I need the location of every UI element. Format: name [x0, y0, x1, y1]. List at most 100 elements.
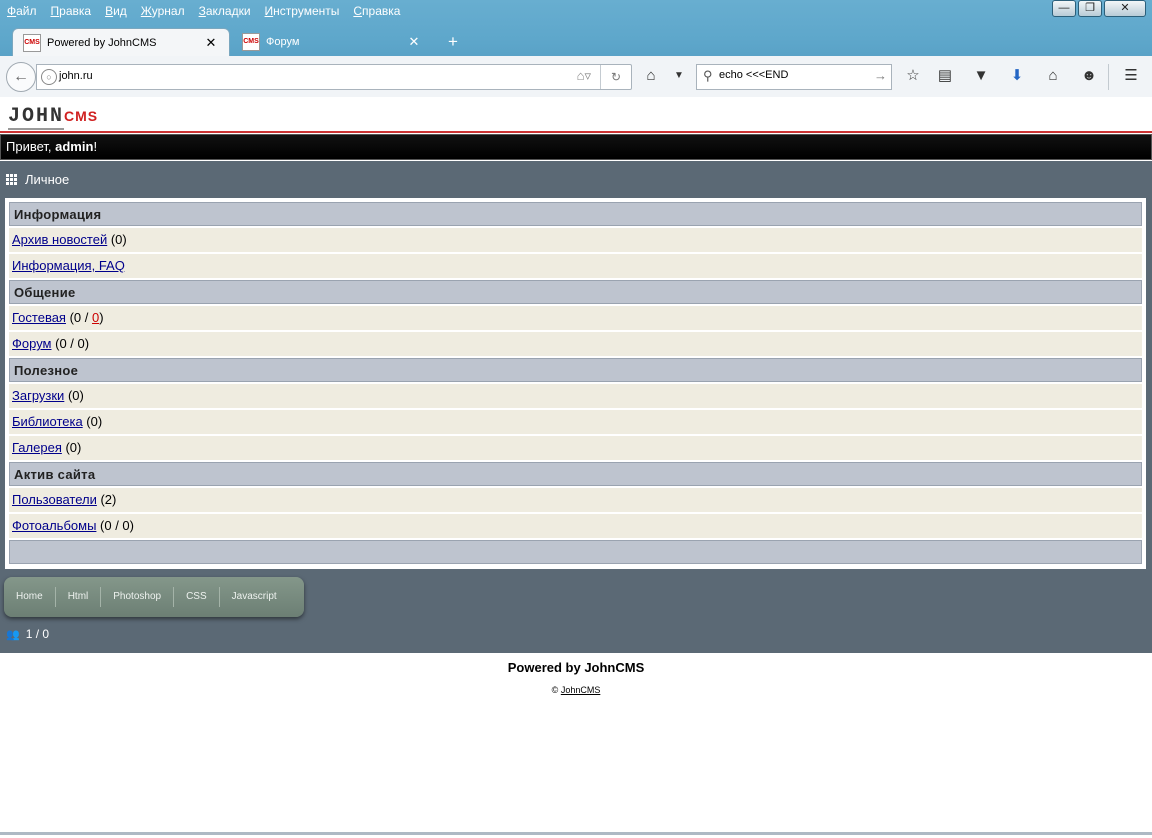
- section-header-communication: Общение: [9, 280, 1142, 304]
- menu-history[interactable]: Журнал: [141, 4, 185, 18]
- new-tab-icon[interactable]: +: [444, 33, 462, 51]
- tab-forum[interactable]: CMS Форум ✕: [232, 28, 432, 55]
- personal-label: Личное: [25, 172, 70, 187]
- tab-bar: CMS Powered by JohnCMS ✕ CMS Форум ✕ +: [0, 28, 1152, 56]
- menu-bookmarks[interactable]: Закладки: [199, 4, 251, 18]
- copyright-symbol: ©: [551, 685, 559, 695]
- grid-menu-icon: [6, 173, 18, 186]
- list-item: Библиотека (0): [9, 410, 1142, 434]
- nav-javascript[interactable]: Javascript: [220, 587, 289, 607]
- dropdown-arrow-icon[interactable]: ▼: [668, 66, 690, 86]
- copyright: © JohnCMS: [0, 685, 1152, 695]
- home-colorful-icon[interactable]: ⌂: [640, 66, 662, 86]
- window-controls: — ❐ ✕: [1050, 0, 1146, 17]
- johncms-logo[interactable]: JOHN CMS: [8, 105, 99, 130]
- powered-by-text: Powered by JohnCMS: [507, 660, 645, 675]
- item-count: (0 / 0): [96, 518, 134, 533]
- list-item: Пользователи (2): [9, 488, 1142, 512]
- tab-label: Powered by JohnCMS: [47, 36, 157, 49]
- item-count: (0 /: [65, 310, 92, 325]
- list-item: Загрузки (0): [9, 384, 1142, 408]
- section-header-site-activity: Актив сайта: [9, 462, 1142, 486]
- header-divider: [0, 131, 1152, 133]
- list-item: Фотоальбомы (0 / 0): [9, 514, 1142, 538]
- faq-link[interactable]: Информация, FAQ: [12, 258, 125, 273]
- globe-icon: ○: [41, 69, 57, 85]
- close-window-icon[interactable]: ✕: [1104, 0, 1146, 17]
- list-item: Архив новостей (0): [9, 228, 1142, 252]
- menu-help[interactable]: Справка: [353, 4, 400, 18]
- section-header-info: Информация: [9, 202, 1142, 226]
- personal-menu-link[interactable]: Личное: [6, 172, 69, 187]
- tab-powered-by-johncms[interactable]: CMS Powered by JohnCMS ✕: [12, 28, 230, 56]
- nav-css[interactable]: CSS: [174, 587, 220, 607]
- johncms-copyright-link[interactable]: JohnCMS: [561, 685, 601, 695]
- search-input[interactable]: [719, 69, 869, 81]
- menu-list: Информация Архив новостей (0) Информация…: [5, 198, 1146, 569]
- close-tab-icon[interactable]: ✕: [203, 35, 219, 51]
- list-item: Информация, FAQ: [9, 254, 1142, 278]
- item-count: (0): [61, 440, 82, 455]
- reading-list-icon[interactable]: ▤: [934, 66, 956, 86]
- download-icon[interactable]: ⬇: [1006, 66, 1028, 86]
- reload-icon[interactable]: ↻: [600, 65, 631, 89]
- hamburger-menu-icon[interactable]: ☰: [1120, 66, 1142, 86]
- menu-edit[interactable]: Правка: [51, 4, 92, 18]
- photo-albums-link[interactable]: Фотоальбомы: [12, 518, 96, 533]
- toolbar-separator: [1108, 64, 1109, 90]
- nav-home[interactable]: Home: [4, 587, 56, 607]
- taskbar-strip: [0, 832, 1152, 835]
- search-icon: ⚲: [703, 68, 713, 83]
- greeting-username: admin: [55, 139, 94, 154]
- list-item: Галерея (0): [9, 436, 1142, 460]
- search-bar[interactable]: ⚲ →: [696, 64, 892, 90]
- url-text[interactable]: john.ru: [59, 70, 93, 82]
- logo-main-text: JOHN: [8, 105, 65, 130]
- search-go-arrow-icon[interactable]: →: [874, 68, 887, 83]
- back-arrow-icon[interactable]: ←: [6, 62, 36, 92]
- home-icon[interactable]: ⌂: [1042, 66, 1064, 86]
- menu-file[interactable]: Файл: [7, 4, 37, 18]
- cms-favicon-icon: CMS: [23, 33, 41, 52]
- news-archive-link[interactable]: Архив новостей: [12, 232, 107, 247]
- users-icon: 👥: [6, 628, 20, 641]
- downloads-link[interactable]: Загрузки: [12, 388, 64, 403]
- tab-label: Форум: [266, 35, 300, 48]
- chat-smiley-icon[interactable]: ☻: [1078, 66, 1100, 86]
- menu-view[interactable]: Вид: [105, 4, 127, 18]
- address-bar[interactable]: ○ john.ru ⌂▿ ↻: [36, 64, 632, 90]
- online-counter[interactable]: 👥 1 / 0: [6, 627, 49, 641]
- bookmark-star-icon[interactable]: ☆: [902, 66, 924, 86]
- browser-chrome: Файл Правка Вид Журнал Закладки Инструме…: [0, 0, 1152, 98]
- logo-sub-text: CMS: [64, 108, 99, 124]
- home-dropdown-icon[interactable]: ⌂▿: [577, 68, 591, 84]
- guestbook-link[interactable]: Гостевая: [12, 310, 66, 325]
- forum-link[interactable]: Форум: [12, 336, 52, 351]
- section-header-useful: Полезное: [9, 358, 1142, 382]
- item-count: (0): [107, 232, 127, 247]
- greeting-suffix: !: [93, 139, 98, 154]
- minimize-icon[interactable]: —: [1052, 0, 1076, 17]
- menu-tools[interactable]: Инструменты: [265, 4, 340, 18]
- gallery-link[interactable]: Галерея: [12, 440, 62, 455]
- footer-nav: Home Html Photoshop CSS Javascript: [4, 577, 304, 617]
- nav-html[interactable]: Html: [56, 587, 102, 607]
- users-link[interactable]: Пользователи: [12, 492, 97, 507]
- item-count-end: ): [99, 310, 104, 325]
- restore-icon[interactable]: ❐: [1078, 0, 1102, 17]
- item-count: (0 / 0): [51, 336, 90, 351]
- greeting-prefix: Привет,: [6, 139, 56, 154]
- pocket-icon[interactable]: ▼: [970, 66, 992, 86]
- list-item: Форум (0 / 0): [9, 332, 1142, 356]
- nav-photoshop[interactable]: Photoshop: [101, 587, 175, 607]
- online-count: 1 / 0: [25, 627, 50, 641]
- library-link[interactable]: Библиотека: [12, 414, 83, 429]
- greeting-bar: Привет, admin!: [0, 134, 1152, 160]
- menu-bar: Файл Правка Вид Журнал Закладки Инструме…: [0, 0, 1152, 22]
- main-area: Личное Информация Архив новостей (0) Инф…: [0, 161, 1152, 653]
- close-tab-icon[interactable]: ✕: [406, 34, 422, 50]
- navigation-toolbar: ← ○ john.ru ⌂▿ ↻ ⌂ ▼ ⚲ → ☆ ▤ ▼ ⬇ ⌂ ☻ ☰: [0, 56, 1152, 98]
- web-page: JOHN CMS Привет, admin! Личное Информаци…: [0, 97, 1152, 838]
- cms-favicon-icon: CMS: [242, 32, 260, 51]
- item-count: (2): [96, 492, 117, 507]
